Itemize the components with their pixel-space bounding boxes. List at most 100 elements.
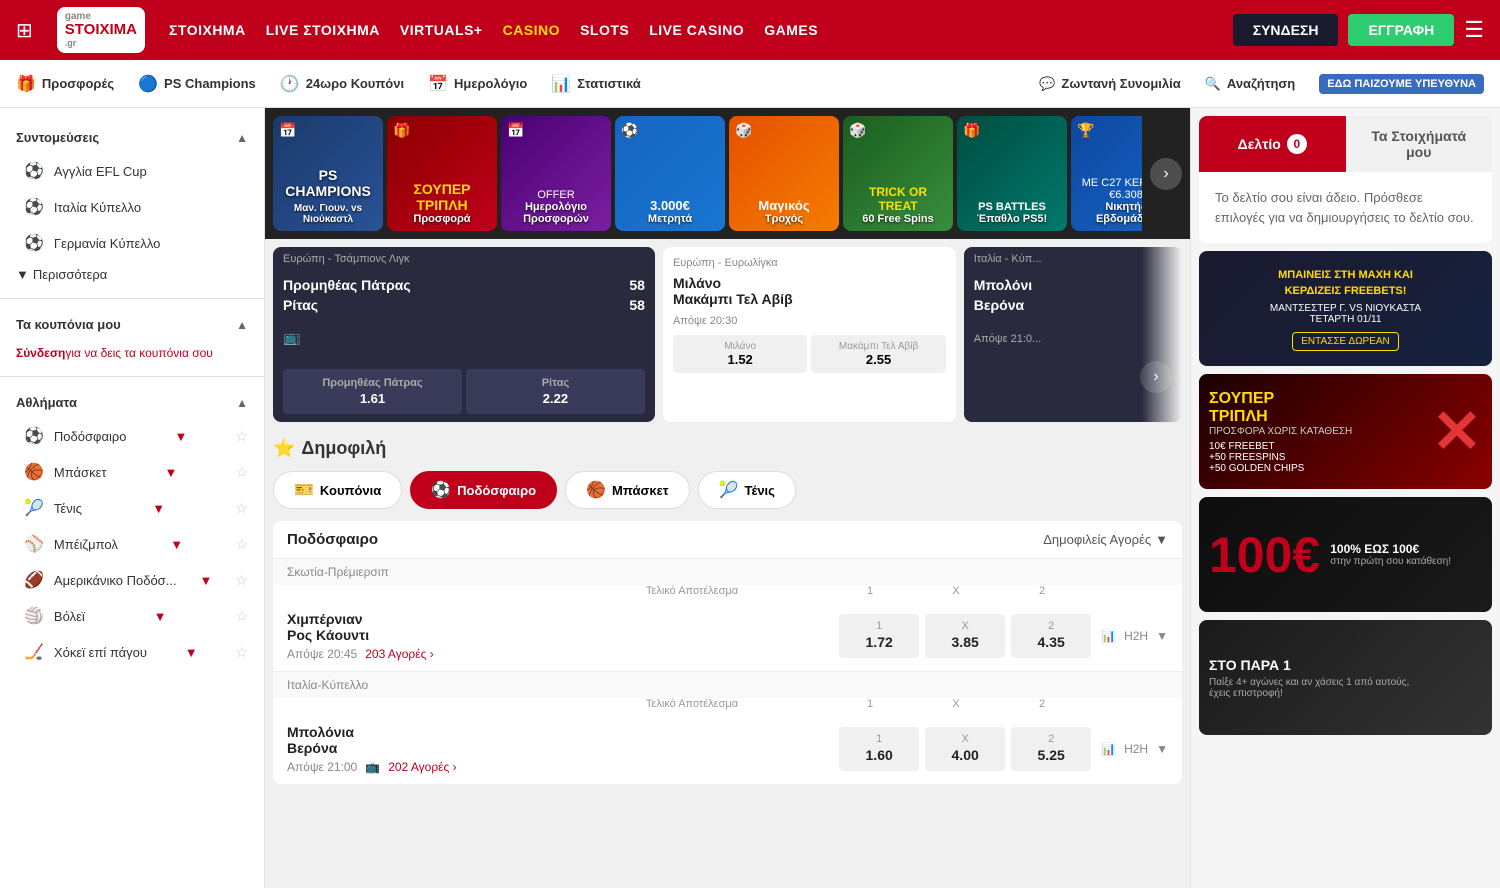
- odd-cell-x[interactable]: Χ 3.85: [925, 614, 1005, 658]
- sidebar-item-italy-cup[interactable]: ⚽ Ιταλία Κύπελλο: [0, 189, 264, 225]
- bet-slip-tab-my-bets[interactable]: Τα Στοιχήματά μου: [1346, 116, 1493, 172]
- odd-cell-1[interactable]: 1 1.72: [839, 614, 919, 658]
- right-panel: Δελτίο 0 Τα Στοιχήματά μου Το δελτίο σου…: [1190, 108, 1500, 888]
- markets-link[interactable]: 202 Αγορές ›: [388, 760, 456, 774]
- odd-button-team2[interactable]: Ρίτας 2.22: [466, 369, 645, 414]
- carousel-next: ›: [964, 353, 1182, 401]
- market-selector[interactable]: Δημοφιλείς Αγορές ▼: [1043, 532, 1168, 547]
- sidebar-item-ice-hockey[interactable]: 🏒 Χόκεϊ επί πάγου ▼ ☆: [0, 634, 264, 670]
- carousel-card-free-spins[interactable]: 🎲 TRICK ORTREAT 60 Free Spins: [843, 116, 953, 231]
- my-coupons-header[interactable]: Τα κουπόνια μου ▲: [0, 309, 264, 340]
- bet-count-badge: 0: [1287, 134, 1307, 154]
- bar-chart-icon: 📊: [1101, 742, 1116, 756]
- odd-button-team1[interactable]: Προμηθέας Πάτρας 1.61: [283, 369, 462, 414]
- promo-banner-para1[interactable]: ΣΤΟ ΠΑΡΑ 1 Παίξε 4+ αγώνες και αν χάσεις…: [1199, 620, 1492, 735]
- football-icon: ⚽: [24, 426, 44, 446]
- hamburger-icon[interactable]: ☰: [1464, 17, 1484, 43]
- sports-header[interactable]: Αθλήματα ▲: [0, 387, 264, 418]
- gift-icon: 🎁: [963, 122, 980, 139]
- divider: [0, 376, 264, 377]
- carousel-card-ps-champions[interactable]: 📅 PSCHAMPIONS Μαν. Γιουν. vs Νιούκαστλ: [273, 116, 383, 231]
- promo-banner-ps-champions[interactable]: ΜΠΑΙΝΕΙΣ ΣΤΗ ΜΑΧΗ ΚΑΙΚΕΡΔΙΖΕΙΣ FREEBETS!…: [1199, 251, 1492, 366]
- carousel-card-super-triple[interactable]: 🎁 ΣΟΥΠΕΡ ΤΡΙΠΛΗ Προσφορά: [387, 116, 497, 231]
- bet-slip-tab-deltio[interactable]: Δελτίο 0: [1199, 116, 1346, 172]
- chat-icon: 💬: [1039, 76, 1055, 92]
- star-icon[interactable]: ☆: [235, 464, 248, 481]
- nav-calendar[interactable]: 📅 Ημερολόγιο: [428, 74, 527, 94]
- chevron-up-icon: ▲: [236, 396, 248, 410]
- odd-cell-x[interactable]: Χ 4.00: [925, 727, 1005, 771]
- carousel-card-offers-calendar[interactable]: 📅 OFFER Ημερολόγιο Προσφορών: [501, 116, 611, 231]
- shortcuts-more[interactable]: ▼ Περισσότερα: [0, 261, 264, 288]
- sidebar-item-american-football[interactable]: 🏈 Αμερικάνικο Ποδόσ... ▼ ☆: [0, 562, 264, 598]
- sidebar-item-football[interactable]: ⚽ Ποδόσφαιρο ▼ ☆: [0, 418, 264, 454]
- sidebar-item-tennis[interactable]: 🎾 Τένις ▼ ☆: [0, 490, 264, 526]
- odd-cell-2[interactable]: 2 4.35: [1011, 614, 1091, 658]
- banner-content: ΣΤΟ ΠΑΡΑ 1 Παίξε 4+ αγώνες και αν χάσεις…: [1199, 647, 1492, 709]
- table-row: Χιμπέρνιαν Ρος Κάουντι Απόψε 20:45 203 Α…: [273, 601, 1182, 672]
- tennis-icon: 🎾: [24, 498, 44, 518]
- sidebar-login-link[interactable]: Σύνδεσηγια να δεις τα κουπόνια σου: [0, 340, 264, 366]
- star-icon[interactable]: ☆: [235, 644, 248, 661]
- register-button[interactable]: ΕΓΓΡΑΦΗ: [1348, 14, 1454, 46]
- grid-icon[interactable]: ⊞: [16, 18, 33, 43]
- nav-live-casino[interactable]: LIVE CASINO: [649, 22, 744, 38]
- top-navigation: ⊞ game STOIXIMA .gr ΣΤΟΙΧΗΜΑ LIVE ΣΤΟΙΧΗ…: [0, 0, 1500, 60]
- nav-slots[interactable]: SLOTS: [580, 22, 629, 38]
- calendar-icon: 📅: [507, 122, 524, 139]
- carousel-card-winner-week[interactable]: 🏆 ΜΕ C27 ΚΕΡΔΙΣΕ €6.308 Νικητής Εβδομάδα…: [1071, 116, 1142, 231]
- carousel-card-magic-wheel[interactable]: 🎲 Μαγικός Τροχός: [729, 116, 839, 231]
- odd-cell-team1[interactable]: Μιλάνο 1.52: [673, 335, 807, 373]
- sidebar-item-germany-cup[interactable]: ⚽ Γερμανία Κύπελλο: [0, 225, 264, 261]
- star-icon[interactable]: ☆: [235, 608, 248, 625]
- nav-live-stoixima[interactable]: LIVE ΣΤΟΙΧΗΜΑ: [266, 22, 380, 38]
- nav-ps-champions[interactable]: 🔵 PS Champions: [138, 74, 256, 94]
- nav-search[interactable]: 🔍 Αναζήτηση: [1205, 76, 1296, 92]
- match-next-button[interactable]: ›: [1140, 361, 1172, 393]
- nav-games[interactable]: GAMES: [764, 22, 818, 38]
- carousel-card-cash[interactable]: ⚽ 3.000€ Μετρητά: [615, 116, 725, 231]
- shortcuts-header[interactable]: Συντομεύσεις ▲: [0, 122, 264, 153]
- star-icon[interactable]: ☆: [235, 536, 248, 553]
- nav-live-chat[interactable]: 💬 Ζωντανή Συνομιλία: [1039, 76, 1181, 92]
- star-icon[interactable]: ☆: [235, 572, 248, 589]
- sidebar-item-england-efl[interactable]: ⚽ Αγγλία EFL Cup: [0, 153, 264, 189]
- match-time-info: Απόψε 21:00 📺 202 Αγορές ›: [287, 760, 829, 774]
- gift-icon: 🎁: [16, 74, 36, 94]
- sidebar-item-baseball[interactable]: ⚾ Μπέιζμπολ ▼ ☆: [0, 526, 264, 562]
- nav-virtuals[interactable]: VIRTUALS+: [400, 22, 483, 38]
- nav-promotions[interactable]: 🎁 Προσφορές: [16, 74, 114, 94]
- chevron-down-icon: ▼: [165, 465, 178, 480]
- sidebar-item-volleyball[interactable]: 🏐 Βόλεϊ ▼ ☆: [0, 598, 264, 634]
- nav-casino[interactable]: CASINO: [503, 22, 560, 38]
- star-icon[interactable]: ☆: [235, 428, 248, 445]
- odds-group: 1 1.72 Χ 3.85 2 4.35: [839, 614, 1091, 658]
- tab-tennis[interactable]: 🎾 Τένις: [698, 471, 796, 509]
- match-stats[interactable]: 📊 H2H ▼: [1101, 742, 1168, 756]
- american-football-icon: 🏈: [24, 570, 44, 590]
- match-odds-row: Μιλάνο 1.52 Μακάμπι Τελ Αβίβ 2.55: [673, 335, 946, 373]
- tab-football[interactable]: ⚽ Ποδόσφαιρο: [410, 471, 557, 509]
- promo-banner-triple[interactable]: ΣΟΥΠΕΡ ΤΡΙΠΛΗ ΠΡΟΣΦΟΡΑ ΧΩΡΙΣ ΚΑΤΑΘΕΣΗ 10…: [1199, 374, 1492, 489]
- shortcuts-label: Συντομεύσεις: [16, 130, 99, 145]
- shortcuts-section: Συντομεύσεις ▲ ⚽ Αγγλία EFL Cup ⚽ Ιταλία…: [0, 116, 264, 294]
- tab-coupons[interactable]: 🎫 Κουπόνια: [273, 471, 402, 509]
- login-button[interactable]: ΣΥΝΔΕΣΗ: [1233, 14, 1339, 46]
- markets-link[interactable]: 203 Αγορές ›: [365, 647, 433, 661]
- tab-basketball[interactable]: 🏀 Μπάσκετ: [565, 471, 689, 509]
- star-icon[interactable]: ☆: [235, 500, 248, 517]
- carousel-next-button[interactable]: ›: [1150, 158, 1182, 190]
- sidebar-item-basketball[interactable]: 🏀 Μπάσκετ ▼ ☆: [0, 454, 264, 490]
- promo-banner-100[interactable]: 100€ 100% ΕΩΣ 100€ στην πρώτη σου κατάθε…: [1199, 497, 1492, 612]
- odd-cell-1[interactable]: 1 1.60: [839, 727, 919, 771]
- odd-cell-team2[interactable]: Μακάμπι Τελ Αβίβ 2.55: [811, 335, 945, 373]
- match-stats[interactable]: 📊 H2H ▼: [1101, 629, 1168, 643]
- logo-area[interactable]: game STOIXIMA .gr: [57, 7, 145, 52]
- nav-statistics[interactable]: 📊 Στατιστικά: [551, 74, 640, 94]
- carousel-card-ps5[interactable]: 🎁 PS BATTLES Έπαθλο PS5!: [957, 116, 1067, 231]
- nav-24h-coupon[interactable]: 🕐 24ωρο Κουπόνι: [280, 74, 404, 94]
- banner-cta[interactable]: ΕΝΤΑΣΣΕ ΔΩΡΕΑΝ: [1292, 332, 1399, 351]
- match-time: Απόψε 21:0...: [974, 333, 1041, 345]
- odd-cell-2[interactable]: 2 5.25: [1011, 727, 1091, 771]
- nav-stoixima[interactable]: ΣΤΟΙΧΗΜΑ: [169, 22, 246, 38]
